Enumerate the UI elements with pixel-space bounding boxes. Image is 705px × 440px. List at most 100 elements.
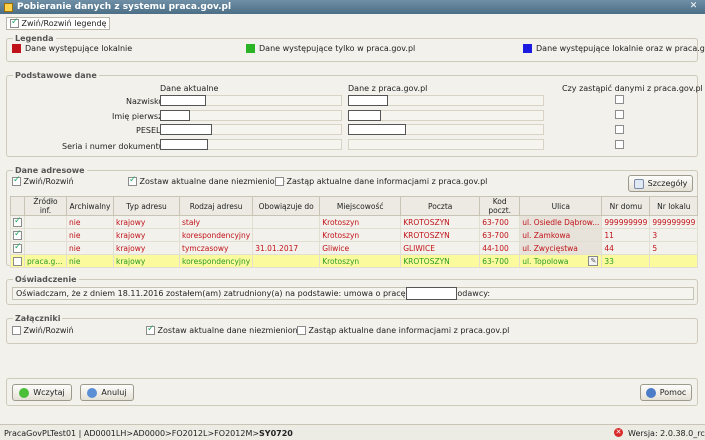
address-keep-label: Zostaw aktualne dane niezmienione: [139, 177, 285, 186]
address-table-header: Źródło inf. Archiwalny Typ adresu Rodzaj…: [10, 196, 699, 216]
row-select-cell[interactable]: [10, 241, 25, 255]
cell-post: GLIWICE: [400, 241, 481, 255]
attachments-replace-option[interactable]: Zastąp aktualne dane informacjami z prac…: [297, 326, 509, 335]
attachments-collapse-checkbox[interactable]: [12, 326, 21, 335]
address-keep-checkbox[interactable]: [128, 175, 137, 186]
legend-toggle[interactable]: Zwiń/Rozwiń legendę: [6, 17, 111, 30]
table-row[interactable]: praca.g... nie krajowy korespondencyjny …: [10, 254, 699, 268]
cell-street: ul. Zamkowa: [519, 228, 603, 242]
cancel-button[interactable]: Anuluj: [80, 384, 134, 401]
replace-pesel-checkbox[interactable]: [615, 125, 624, 134]
col-address-kind[interactable]: Rodzaj adresu: [178, 196, 254, 216]
document-label: Seria i numer dokumentu: [62, 142, 164, 151]
cell-flat: 3: [649, 228, 699, 242]
address-keep-option[interactable]: Zostaw aktualne dane niezmienione: [128, 175, 285, 186]
table-row[interactable]: nie krajowy stały Krotoszyn KROTOSZYN 63…: [10, 215, 699, 229]
replace-document-checkbox[interactable]: [615, 140, 624, 149]
edit-icon[interactable]: ✎: [588, 256, 599, 266]
app-icon: [4, 2, 13, 12]
replace-firstname-checkbox[interactable]: [615, 110, 624, 119]
row-checkbox[interactable]: [13, 230, 22, 240]
cell-flat: 5: [649, 241, 699, 255]
cell-kind: korespondencyjny: [178, 228, 254, 242]
cancel-button-label: Anuluj: [101, 388, 127, 397]
load-button[interactable]: Wczytaj: [12, 384, 72, 401]
row-checkbox[interactable]: [13, 243, 22, 253]
legend-item-label: Dane występujące tylko w praca.gov.pl: [259, 44, 416, 53]
row-checkbox[interactable]: [13, 217, 22, 227]
cell-valid: [252, 254, 321, 268]
legend-item-label: Dane występujące lokalnie oraz w praca.g…: [536, 44, 705, 53]
cell-valid: [252, 215, 321, 229]
col-post[interactable]: Poczta: [400, 196, 481, 216]
row-checkbox[interactable]: [13, 256, 22, 266]
col-city[interactable]: Miejscowość: [319, 196, 402, 216]
pesel-current-redacted: [160, 124, 212, 135]
attachments-title: Załączniki: [13, 314, 63, 323]
replace-surname-checkbox[interactable]: [615, 95, 624, 104]
table-row[interactable]: nie krajowy tymczasowy 31.01.2017 Gliwic…: [10, 241, 699, 255]
legend-toggle-checkbox[interactable]: [10, 17, 19, 28]
cell-street: ul. Osiedle Dąbrow...: [519, 215, 603, 229]
legend-item-both: Dane występujące lokalnie oraz w praca.g…: [523, 44, 705, 53]
address-table: Źródło inf. Archiwalny Typ adresu Rodzaj…: [10, 196, 699, 268]
close-icon[interactable]: ✕: [688, 1, 699, 12]
help-icon: [645, 387, 656, 398]
cell-flat: [649, 254, 699, 268]
help-button[interactable]: Pomoc: [640, 384, 692, 401]
document-remote-field: [348, 139, 544, 150]
attachments-keep-checkbox[interactable]: [146, 324, 155, 335]
cell-kind: tymczasowy: [178, 241, 254, 255]
attachments-keep-option[interactable]: Zostaw aktualne dane niezmienione: [146, 324, 303, 335]
col-valid-until[interactable]: Obowiązuje do: [252, 196, 321, 216]
row-select-cell[interactable]: [10, 254, 25, 268]
table-row[interactable]: nie krajowy korespondencyjny Krotoszyn K…: [10, 228, 699, 242]
cell-kind: stały: [178, 215, 254, 229]
error-icon[interactable]: ✕: [614, 428, 623, 437]
address-replace-checkbox[interactable]: [275, 177, 284, 186]
attachments-replace-checkbox[interactable]: [297, 326, 306, 335]
cell-type: krajowy: [113, 241, 180, 255]
cell-source: [24, 228, 67, 242]
cell-source: [24, 241, 67, 255]
status-bar: PracaGovPLTest01 | AD0001LH>AD0000>FO201…: [0, 424, 705, 440]
cell-post: KROTOSZYN: [400, 254, 481, 268]
col-address-type[interactable]: Typ adresu: [113, 196, 180, 216]
blue-swatch-icon: [523, 44, 532, 53]
col-source[interactable]: Źródło inf.: [24, 196, 67, 216]
address-collapse-checkbox[interactable]: [12, 175, 21, 186]
col-flat[interactable]: Nr lokalu: [649, 196, 699, 216]
pesel-remote-redacted: [348, 124, 406, 135]
cell-street: ul. Topolowa: [522, 256, 569, 266]
window-title: Pobieranie danych z systemu praca.gov.pl: [17, 2, 232, 12]
col-zip[interactable]: Kod poczt.: [479, 196, 521, 216]
address-collapse-toggle[interactable]: Zwiń/Rozwiń: [12, 175, 74, 186]
load-button-label: Wczytaj: [33, 388, 65, 397]
cell-city: Krotoszyn: [319, 215, 402, 229]
col-current-header: Dane aktualne: [160, 84, 219, 93]
col-archive[interactable]: Archiwalny: [66, 196, 114, 216]
cell-zip: 63-700: [479, 215, 521, 229]
cell-zip: 44-100: [479, 241, 521, 255]
statement-title: Oświadczenie: [13, 275, 79, 284]
checkmark-icon: [19, 387, 30, 398]
address-replace-option[interactable]: Zastąp aktualne dane informacjami z prac…: [275, 177, 487, 186]
cell-street-wrapper: ul. Topolowa ✎: [519, 254, 603, 268]
col-house[interactable]: Nr domu: [601, 196, 651, 216]
status-path-current: SY0720: [259, 429, 293, 438]
col-street[interactable]: Ulica: [519, 196, 603, 216]
cell-zip: 63-700: [479, 254, 521, 268]
cell-flat: 999999999: [649, 215, 699, 229]
statement-box: Oświadczam, że z dniem 18.11.2016 został…: [12, 287, 694, 300]
status-path-prefix: PracaGovPLTest01 | AD0001LH>AD0000>FO201…: [4, 429, 260, 438]
cell-archive: nie: [66, 215, 114, 229]
row-select-cell[interactable]: [10, 228, 25, 242]
details-button[interactable]: Szczegóły: [628, 175, 693, 192]
cell-city: Krotoszyn: [319, 254, 402, 268]
firstname-current-redacted: [160, 110, 190, 121]
cell-type: krajowy: [113, 215, 180, 229]
attachments-collapse-toggle[interactable]: Zwiń/Rozwiń: [12, 326, 74, 335]
address-collapse-label: Zwiń/Rozwiń: [23, 177, 74, 186]
row-select-cell[interactable]: [10, 215, 25, 229]
firstname-remote-redacted: [348, 110, 381, 121]
